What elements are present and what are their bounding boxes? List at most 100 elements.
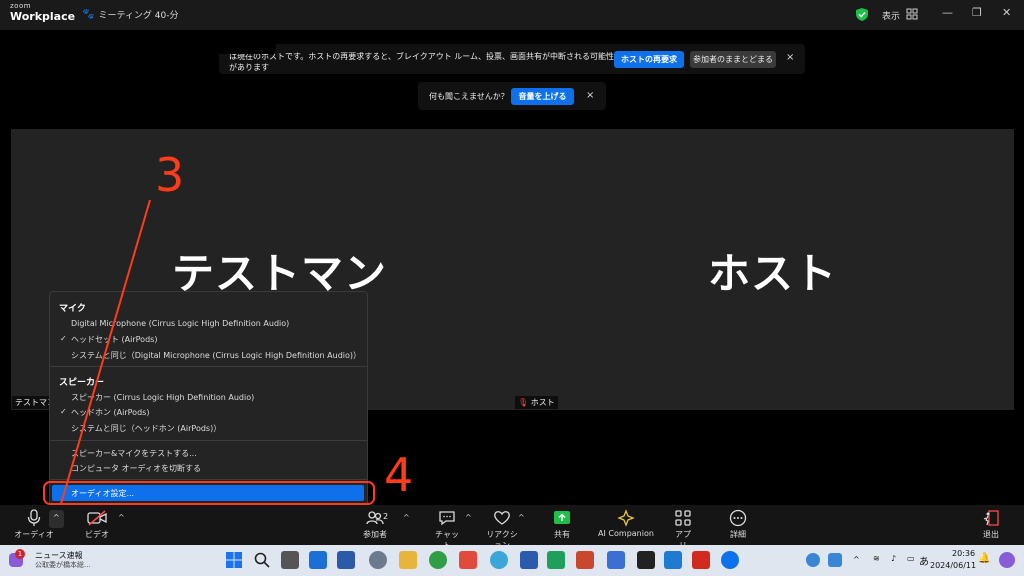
search-icon[interactable]: [253, 551, 271, 569]
leave-label: 退出: [983, 530, 999, 539]
leave-icon: [983, 510, 999, 526]
video-off-icon: [87, 510, 107, 526]
meeting-info[interactable]: 🐾 ミーティング 40-分: [82, 8, 178, 21]
share-label: 共有: [554, 530, 570, 539]
file-explorer-icon[interactable]: [399, 551, 417, 569]
battery-icon[interactable]: ▭: [907, 554, 915, 563]
video-label: ビデオ: [85, 530, 109, 539]
close-icon[interactable]: ×: [586, 90, 594, 101]
video-options-caret[interactable]: ^: [118, 513, 125, 522]
test-audio-option[interactable]: スピーカー&マイクをテストする...: [71, 448, 197, 459]
heart-icon: [494, 511, 510, 525]
audio-button[interactable]: オーディオ: [14, 509, 54, 540]
speaker-section-header: スピーカー: [59, 378, 105, 388]
reactions-options-caret[interactable]: ^: [518, 513, 525, 522]
meeting-label: ミーティング 40-分: [98, 11, 179, 21]
speaker-option-system[interactable]: システムと同じ（ヘッドホン (AirPods)）: [71, 423, 221, 434]
leave-button[interactable]: 退出: [980, 509, 1002, 540]
participants-options-caret[interactable]: ^: [403, 513, 410, 522]
mic-option-headset[interactable]: ヘッドセット (AirPods): [71, 334, 157, 345]
onedrive-icon[interactable]: [828, 553, 842, 567]
logo-big-text: Workplace: [10, 10, 76, 23]
dell-app-icon[interactable]: [309, 551, 327, 569]
audio-hint-text: 何も聞こえませんか？: [429, 92, 509, 101]
ai-companion-label: AI Companion: [598, 529, 654, 538]
edge-icon[interactable]: [490, 551, 508, 569]
powerpoint-icon[interactable]: [576, 551, 594, 569]
audio-label: オーディオ: [14, 530, 54, 539]
vscode-icon[interactable]: [664, 551, 682, 569]
participants-label: 参加者: [363, 530, 387, 539]
menu-divider: [50, 440, 367, 441]
settings-icon[interactable]: [369, 551, 387, 569]
chat-icon: [439, 511, 455, 526]
acrobat-icon[interactable]: [692, 551, 710, 569]
copilot-icon[interactable]: [999, 552, 1015, 568]
gmail-icon[interactable]: [459, 551, 477, 569]
start-icon[interactable]: [225, 551, 243, 569]
share-screen-icon: [554, 511, 570, 524]
news-badge: 1: [15, 549, 25, 559]
wifi-icon[interactable]: ≋: [873, 554, 880, 563]
reclaim-host-button[interactable]: ホストの再要求: [614, 51, 684, 68]
clock-time[interactable]: 20:36: [952, 549, 975, 558]
minimize-icon[interactable]: —: [942, 6, 953, 19]
chevron-up-icon: ^: [53, 513, 60, 522]
name-tag-right: 🎙 ホスト: [515, 396, 558, 409]
zoom-taskbar-icon[interactable]: [721, 551, 739, 569]
participant-name-right: ホスト: [708, 249, 838, 298]
clock-date[interactable]: 2024/06/11: [930, 561, 976, 570]
title-bar: zoom Workplace 🐾 ミーティング 40-分 表示 — ❐ ✕: [0, 0, 1024, 30]
weather-icon[interactable]: [806, 553, 820, 567]
chrome-icon[interactable]: [429, 551, 447, 569]
host-notice-banner: は現在のホストです。ホストの再要求すると、ブレイクアウト ルーム、投票、画面共有…: [219, 44, 805, 74]
name-tag-right-label: ホスト: [530, 398, 555, 407]
video-button[interactable]: ビデオ: [83, 509, 111, 540]
more-button[interactable]: 詳細: [727, 509, 749, 540]
participants-icon: [366, 511, 384, 525]
terminal-icon[interactable]: [637, 551, 655, 569]
close-window-icon[interactable]: ✕: [1002, 6, 1011, 19]
more-icon: [729, 509, 747, 527]
ime-indicator[interactable]: あ: [919, 553, 929, 568]
check-icon: ✓: [60, 334, 67, 343]
ai-companion-button[interactable]: AI Companion: [598, 509, 654, 538]
annotation-step-4: 4: [384, 448, 414, 502]
close-icon[interactable]: ×: [786, 52, 794, 63]
paw-icon: 🐾: [82, 9, 95, 20]
view-button[interactable]: 表示: [882, 9, 900, 22]
word-icon[interactable]: [520, 551, 538, 569]
mic-option-digital[interactable]: Digital Microphone (Cirrus Logic High De…: [71, 319, 289, 328]
chat-options-caret[interactable]: ^: [465, 513, 472, 522]
news-subtitle: 公取委が橋本総...: [35, 561, 91, 569]
volume-icon[interactable]: ♪: [891, 554, 896, 563]
mic-section-header: マイク: [59, 304, 86, 314]
store-app-icon[interactable]: [337, 551, 355, 569]
mic-option-system[interactable]: システムと同じ（Digital Microphone (Cirrus Logic…: [71, 350, 361, 361]
shield-icon[interactable]: [856, 8, 868, 21]
grid-view-icon[interactable]: [906, 8, 918, 20]
excel-icon[interactable]: [547, 551, 565, 569]
outlook-icon[interactable]: [607, 551, 625, 569]
participants-count: 2: [383, 512, 389, 521]
share-button[interactable]: 共有: [551, 509, 573, 540]
task-view-icon[interactable]: [281, 551, 299, 569]
audio-options-caret[interactable]: ^: [49, 510, 64, 528]
notification-bell-icon[interactable]: 🔔: [978, 553, 990, 564]
zoom-logo: zoom Workplace: [10, 2, 76, 23]
stay-participant-button[interactable]: 参加者のままとどまる: [690, 51, 776, 68]
menu-divider: [50, 479, 367, 480]
meeting-toolbar: オーディオ ビデオ ^ 参加者 2 ^ チャット ^ リアクション: [0, 505, 1024, 550]
increase-volume-button[interactable]: 音量を上げる: [511, 88, 574, 105]
speaker-option-cirrus[interactable]: スピーカー (Cirrus Logic High Definition Audi…: [71, 392, 254, 403]
audio-options-menu: マイク Digital Microphone (Cirrus Logic Hig…: [49, 291, 368, 507]
windows-taskbar: 1 ニュース速報 公取委が橋本総... ^ ≋ ♪ ▭ あ 20:36 2024…: [0, 545, 1024, 576]
news-widget[interactable]: 1 ニュース速報 公取委が橋本総...: [7, 548, 107, 572]
restore-icon[interactable]: ❐: [972, 6, 982, 19]
disconnect-audio-option[interactable]: コンピュータ オーディオを切断する: [71, 463, 201, 474]
speaker-option-headphones[interactable]: ヘッドホン (AirPods): [71, 407, 149, 418]
tray-chevron-icon[interactable]: ^: [853, 555, 860, 564]
mic-muted-icon: 🎙: [518, 398, 529, 407]
more-label: 詳細: [730, 530, 746, 539]
logo-small-text: zoom: [10, 2, 32, 10]
